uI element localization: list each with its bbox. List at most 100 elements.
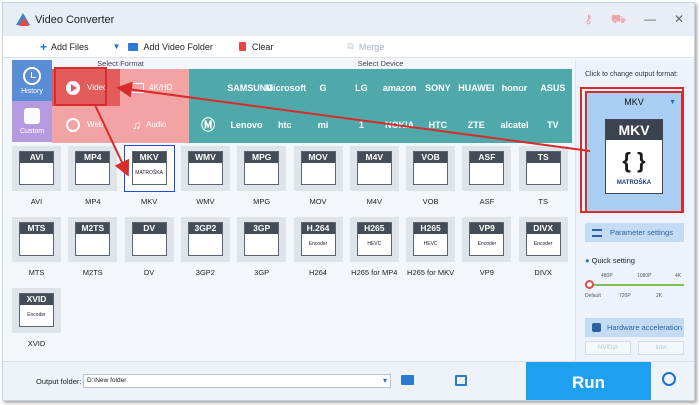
toolbar: + Add Files ▼ Add Video Folder Clear ⧉ M… [3,36,694,58]
format-badge-sub [527,163,560,184]
key-icon[interactable]: ⚷ [584,12,593,28]
format-icon: MPG [237,146,287,191]
device-brand-10[interactable]: TV [534,120,572,130]
format-label: MP4 [85,197,101,206]
slider-track[interactable] [588,284,684,286]
clear-button[interactable]: Clear [238,42,273,52]
category-web[interactable]: Web [52,106,120,143]
format-badge-sub: HEVC [367,241,382,247]
device-brand-6[interactable]: amazon [380,83,418,93]
chip-icon [592,323,601,332]
format-tile[interactable]: MOV MOV [293,146,343,208]
format-badge: ASF [469,151,505,185]
device-brand-4[interactable]: G [304,83,342,93]
merge-button[interactable]: ⧉ Merge [347,41,384,52]
category-4k-hd[interactable]: 4K/HD [120,69,188,106]
device-brand-9[interactable]: honor [495,83,533,93]
device-brand-3[interactable]: Microsoft [266,83,307,93]
format-tile[interactable]: MKV MATROŠKA MKV [123,145,175,208]
format-badge-sub [20,234,53,255]
chevron-down-icon[interactable]: ▼ [669,99,676,106]
custom-tab[interactable]: Custom [12,101,52,142]
format-badge-name: VP9 [470,223,504,234]
format-tile[interactable]: TS TS [518,146,568,208]
format-icon: MTS [12,217,61,262]
device-brand-9[interactable]: alcatel [495,120,533,130]
browse-folder-icon[interactable] [401,375,414,385]
output-format-hint: Click to change output format: [585,71,678,78]
format-tile[interactable]: M2TS M2TS [68,217,118,279]
nvidia-badge: NVIDIA [585,341,631,355]
parameter-settings-button[interactable]: Parameter settings [585,223,684,242]
device-brand-4[interactable]: mi [304,120,342,130]
run-button[interactable]: Run [526,362,651,400]
minimize-icon[interactable]: — [644,12,656,28]
format-icon: MP4 [68,146,118,191]
format-icon: DIVX Encoder [518,217,568,262]
format-badge-name: ASF [470,152,504,163]
slider-knob[interactable] [585,280,594,289]
add-files-button[interactable]: + Add Files [40,40,89,54]
category-audio[interactable]: ♫ Audio [120,106,188,143]
device-brand-3[interactable]: htc [266,120,304,130]
category-video[interactable]: Video [52,69,120,106]
format-tile[interactable]: MP4 MP4 [68,146,118,208]
format-tile[interactable]: H265 HEVC H265 for MKV [406,217,456,279]
output-folder-label: Output folder: [36,377,82,386]
format-icon: AVI [12,146,61,191]
format-badge-name: AVI [20,152,53,163]
format-tile[interactable]: H.264 Encoder H264 [293,217,343,279]
format-tile[interactable]: MPG MPG [237,146,287,208]
quality-slider[interactable]: 480P 1080P 4K Default 720P 2K [585,273,689,303]
close-icon[interactable]: ✕ [674,12,684,28]
history-tab[interactable]: History [12,60,52,101]
device-brand-5[interactable]: LG [342,83,380,93]
format-badge-sub [20,163,53,184]
device-brand-2[interactable]: Lenovo [227,120,265,130]
device-brand-7[interactable]: HTC [419,120,457,130]
device-brand-6[interactable]: NOKIA [380,120,418,130]
format-tile[interactable]: VOB VOB [406,146,456,208]
format-label: H265 for MKV [407,268,455,277]
alarm-clock-icon[interactable] [662,372,676,386]
clock-icon [23,67,41,85]
format-tile[interactable]: H265 HEVC H265 for MP4 [349,217,399,279]
format-tile[interactable]: ASF ASF [462,146,512,208]
format-badge-sub: MATROŠKA [135,170,163,176]
quick-setting-label: ● Quick setting [585,256,635,265]
format-tile[interactable]: XVID Encoder XVID [12,288,61,350]
format-icon: DV [124,217,174,262]
add-video-folder-button[interactable]: ▼ Add Video Folder [113,42,213,52]
format-label: MOV [309,197,327,206]
device-brand-8[interactable]: HUAWEI [457,83,495,93]
device-brand-5[interactable]: 1 [342,120,380,130]
device-brand-7[interactable]: SONY [419,83,457,93]
quick-setting-text: Quick setting [591,256,635,265]
hardware-acceleration-button[interactable]: Hardware acceleration [585,318,684,337]
device-brand-1[interactable]: Ⓜ [189,115,227,135]
format-tile[interactable]: DIVX Encoder DIVX [518,217,568,279]
format-tile[interactable]: AVI AVI [12,146,61,208]
format-badge: H.264 Encoder [300,222,336,256]
format-tile[interactable]: VP9 Encoder VP9 [462,217,512,279]
cart-icon[interactable]: ⛟ [611,12,626,28]
format-tile[interactable]: 3GP 3GP [237,217,287,279]
format-grid: AVI AVI MP4 MP4 MKV MATROŠKA MKV WMV WMV MPG MPG MO… [12,145,573,358]
chevron-down-icon[interactable]: ▾ [383,375,387,387]
format-tile[interactable]: 3GP2 3GP2 [180,217,230,279]
format-badge-sub [189,163,222,184]
format-tile[interactable]: DV DV [124,217,174,279]
output-folder-field[interactable]: D:\New folder ▾ [83,374,391,388]
format-tile[interactable]: M4V M4V [349,146,399,208]
output-format-selector[interactable]: MKV ▼ MKV { } MATROŠKA [585,91,683,213]
format-tile[interactable]: WMV WMV [180,146,230,208]
format-tile[interactable]: MTS MTS [12,217,61,279]
format-icon: 3GP2 [180,217,230,262]
device-brand-8[interactable]: ZTE [457,120,495,130]
dropdown-arrow-icon[interactable]: ▼ [113,42,121,51]
device-brand-10[interactable]: ASUS [534,83,572,93]
format-badge-sub: Encoder [27,312,46,318]
format-icon: H.264 Encoder [293,217,343,262]
device-brand-2[interactable]: SAMSUNG [227,83,273,93]
open-output-folder-icon[interactable] [455,375,467,386]
